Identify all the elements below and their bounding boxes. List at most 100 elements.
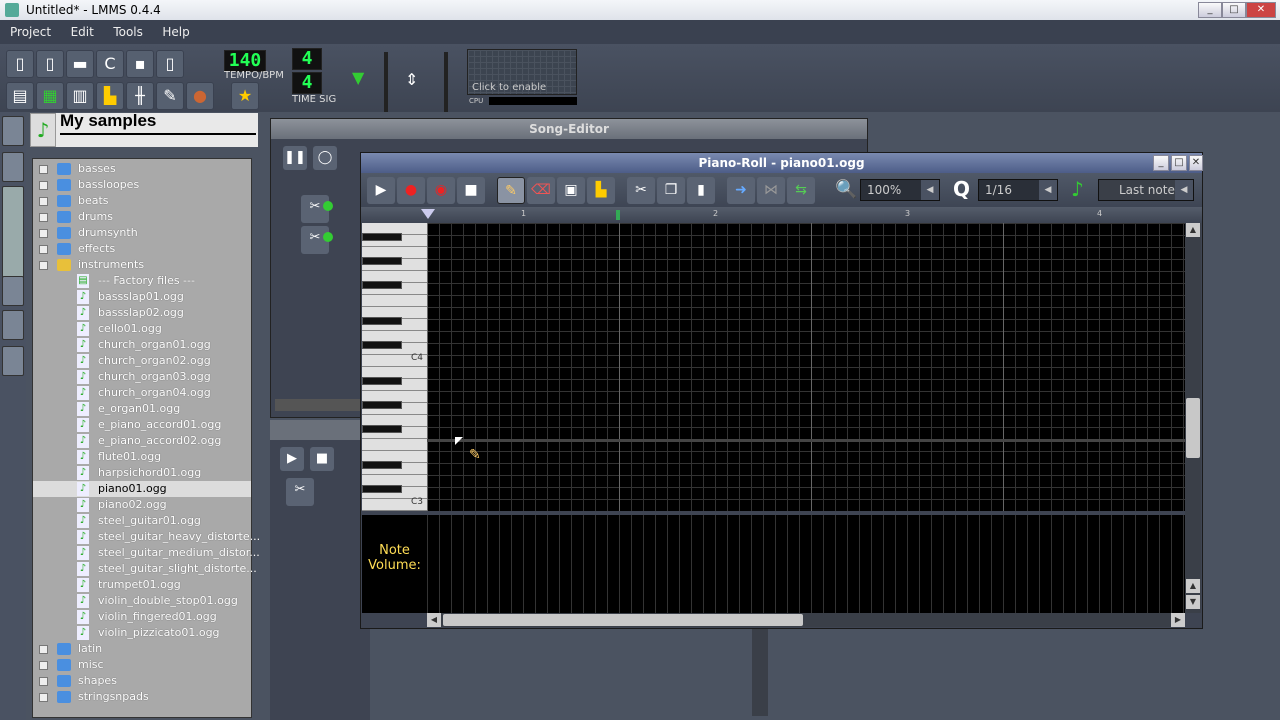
file-tree-item[interactable]: misc (33, 657, 251, 673)
expand-toggle[interactable] (39, 693, 48, 702)
file-tree-item[interactable]: bassloopes (33, 177, 251, 193)
file-tree-item[interactable]: ♪ trumpet01.ogg (33, 577, 251, 593)
scrollbar-thumb[interactable] (443, 614, 803, 626)
export-icon[interactable]: ▯ (156, 50, 184, 78)
scroll-up-icon[interactable]: ▲ (1186, 223, 1200, 237)
file-tree-item[interactable]: shapes (33, 673, 251, 689)
master-pitch-slider[interactable] (444, 52, 448, 112)
sidebar-tab-my-samples[interactable] (2, 186, 24, 286)
master-volume-slider[interactable] (384, 52, 388, 112)
pr-maximize-button[interactable]: □ (1171, 155, 1187, 171)
sidebar-tab-projects[interactable] (2, 152, 24, 182)
piano-keyboard[interactable]: C4 C3 (362, 223, 427, 511)
file-tree-item[interactable]: ♪ bassslap01.ogg (33, 289, 251, 305)
menu-help[interactable]: Help (162, 25, 189, 39)
new-project-icon[interactable]: ▯ (6, 50, 34, 78)
file-tree-item[interactable]: ♪ steel_guitar_medium_distor... (33, 545, 260, 561)
cut-button[interactable]: ✂ (627, 177, 655, 204)
sidebar-tab-home[interactable] (2, 310, 24, 340)
file-tree-item[interactable]: ♪ e_piano_accord02.ogg (33, 433, 251, 449)
expand-toggle[interactable] (39, 213, 48, 222)
zoom-combo[interactable]: 100% ◀ (860, 179, 940, 201)
record-button[interactable]: ● (397, 177, 425, 204)
new-from-template-icon[interactable]: ▯ (36, 50, 64, 78)
track-instrument-icon[interactable]: ✂ (286, 478, 314, 506)
note-grid[interactable]: ✎ (427, 223, 1185, 511)
project-notes-icon[interactable]: ✎ (156, 82, 184, 110)
file-tree-item[interactable]: ♪ church_organ01.ogg (33, 337, 251, 353)
file-tree-item[interactable]: ♪ e_organ01.ogg (33, 401, 251, 417)
favorite-star-icon[interactable]: ★ (231, 82, 259, 110)
note-length-combo[interactable]: Last note ◀ (1098, 179, 1194, 201)
scroll-left-icon[interactable]: ◀ (427, 613, 441, 627)
file-tree-item[interactable]: ♪ violin_pizzicato01.ogg (33, 625, 251, 641)
file-tree-item[interactable]: ♪ piano01.ogg (33, 481, 251, 497)
timeline-ruler[interactable]: 1 2 3 4 (361, 207, 1202, 223)
quantize-icon[interactable]: ⇆ (787, 177, 815, 204)
file-tree-item[interactable]: effects (33, 241, 251, 257)
play-button[interactable]: ▶ (367, 177, 395, 204)
loop-marker[interactable] (616, 210, 620, 220)
song-play-button[interactable]: ❚❚ (283, 146, 307, 170)
expand-toggle[interactable] (39, 181, 48, 190)
menu-tools[interactable]: Tools (113, 25, 143, 39)
file-tree-item[interactable]: latin (33, 641, 251, 657)
file-tree-item[interactable]: instruments (33, 257, 251, 273)
fx-mixer-icon[interactable]: ╫ (126, 82, 154, 110)
file-tree-item[interactable]: ♪ church_organ02.ogg (33, 353, 251, 369)
horizontal-scrollbar[interactable]: ◀ ▶ (427, 613, 1185, 627)
file-tree-item[interactable]: ♪ church_organ04.ogg (33, 385, 251, 401)
expand-toggle[interactable] (39, 677, 48, 686)
sidebar-tab-computer[interactable] (2, 346, 24, 376)
expand-toggle[interactable] (39, 261, 48, 270)
minimize-button[interactable]: _ (1198, 2, 1222, 18)
file-tree-item[interactable]: drums (33, 209, 251, 225)
quantize-combo[interactable]: 1/16 ◀ (978, 179, 1058, 201)
paste-button[interactable]: ▮ (687, 177, 715, 204)
record-while-playing-button[interactable]: ◉ (427, 177, 455, 204)
draw-mode-button[interactable]: ✎ (497, 177, 525, 204)
bb-vertical-scrollbar[interactable] (752, 628, 768, 716)
tempo-display[interactable]: 140 (224, 50, 266, 72)
autoscroll-icon[interactable]: ➜ (727, 177, 755, 204)
menu-project[interactable]: Project (10, 25, 51, 39)
file-tree-item[interactable]: ♪ flute01.ogg (33, 449, 251, 465)
file-tree-item[interactable]: ♪ e_piano_accord01.ogg (33, 417, 251, 433)
pr-close-button[interactable]: ✕ (1189, 155, 1203, 171)
note-volume-area[interactable] (427, 515, 1185, 613)
track-mute-led[interactable] (323, 201, 333, 211)
file-tree-item[interactable]: basses (33, 161, 251, 177)
expand-toggle[interactable] (39, 197, 48, 206)
oscilloscope[interactable]: Click to enable (467, 49, 577, 95)
file-tree-item[interactable]: ♪ bassslap02.ogg (33, 305, 251, 321)
pr-minimize-button[interactable]: _ (1153, 155, 1169, 171)
scroll-down-icon[interactable]: ▼ (1186, 595, 1200, 609)
recent-projects-icon[interactable]: C (96, 50, 124, 78)
save-icon[interactable]: ▪ (126, 50, 154, 78)
sidebar-tab-presets[interactable] (2, 276, 24, 306)
scrollbar-thumb[interactable] (1186, 398, 1200, 458)
loop-points-icon[interactable]: ⋈ (757, 177, 785, 204)
song-editor-icon[interactable]: ▤ (6, 82, 34, 110)
playhead-marker[interactable] (421, 209, 435, 219)
select-mode-button[interactable]: ▣ (557, 177, 585, 204)
scroll-right-icon[interactable]: ▶ (1171, 613, 1185, 627)
copy-button[interactable]: ❐ (657, 177, 685, 204)
file-tree-item[interactable]: ♪ steel_guitar01.ogg (33, 513, 251, 529)
menu-edit[interactable]: Edit (71, 25, 94, 39)
close-button[interactable]: ✕ (1246, 2, 1276, 18)
track-mute-led[interactable] (323, 232, 333, 242)
expand-toggle[interactable] (39, 645, 48, 654)
expand-toggle[interactable] (39, 245, 48, 254)
timesig-numerator[interactable]: 4 (292, 48, 322, 70)
piano-roll-icon[interactable]: ▥ (66, 82, 94, 110)
file-tree-item[interactable]: ♪ violin_fingered01.ogg (33, 609, 251, 625)
file-tree-item[interactable]: beats (33, 193, 251, 209)
vertical-scrollbar[interactable]: ▲ ▲ ▼ (1185, 223, 1201, 613)
timesig-denominator[interactable]: 4 (292, 72, 322, 94)
song-editor-scrollbar[interactable] (275, 399, 361, 411)
file-tree-item[interactable]: ♪ cello01.ogg (33, 321, 251, 337)
expand-toggle[interactable] (39, 661, 48, 670)
sidebar-tab-root[interactable] (2, 116, 24, 146)
file-tree-item[interactable]: ♪ violin_double_stop01.ogg (33, 593, 251, 609)
